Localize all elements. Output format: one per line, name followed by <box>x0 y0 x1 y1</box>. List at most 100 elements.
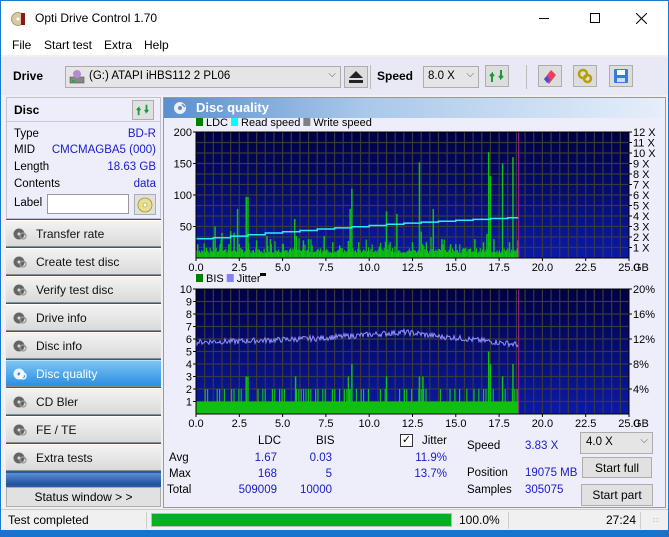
refresh-icon <box>489 70 504 82</box>
stats-max-label: Max <box>169 468 191 480</box>
disc-mid-value: CMCMAGBA5 (000) <box>51 144 156 156</box>
disc-contents-key: Contents <box>14 178 61 190</box>
speed-select[interactable]: 8.0 X ⌵ <box>423 66 479 88</box>
chart2-x-tick-label: 10.0 <box>358 418 379 430</box>
refresh-disc-button[interactable] <box>132 100 154 120</box>
nav-item-disc-info[interactable]: Disc info <box>6 332 161 359</box>
maximize-icon <box>590 13 600 23</box>
chart2-y-tick-label: 1 <box>186 397 192 409</box>
nav-item-create-test-disc[interactable]: Create test disc <box>6 248 161 275</box>
disc-quality-panel: Disc quality LDC Read speed Write speed 0.0… <box>163 97 666 508</box>
disc-gear-icon <box>13 312 27 324</box>
disc-gear-icon <box>13 424 27 436</box>
disc-gear-icon <box>13 256 27 268</box>
erase-icon <box>544 70 556 84</box>
chart2-y-tick-label: 5 <box>186 347 192 359</box>
eject-icon <box>349 71 363 83</box>
settings-icon <box>577 68 593 84</box>
nav-item-cd-bler[interactable]: CD Bler <box>6 388 161 415</box>
disc-mid-row: MID CMCMAGBA5 (000) <box>14 144 156 160</box>
nav-item-drive-info[interactable]: Drive info <box>6 304 161 331</box>
chart1-y2-tick-label: 1 X <box>633 243 650 255</box>
minimize-icon <box>539 17 549 19</box>
nav-item-label: Drive info <box>36 311 87 325</box>
chart2-x-tick-label: 22.5 <box>575 418 596 430</box>
chart1-x-tick-label: 10.0 <box>358 262 379 274</box>
nav-item-disc-quality[interactable]: Disc quality <box>6 360 161 387</box>
stats-avg-ldc: 1.67 <box>254 452 277 464</box>
disc-gear-icon <box>13 396 27 408</box>
chart1-y2-tick-label: 7 X <box>633 180 650 192</box>
chart2-x-tick-label: 12.5 <box>402 418 423 430</box>
chart2-x-tick-label: 5.0 <box>275 418 290 430</box>
app-icon <box>11 12 25 26</box>
disc-info-panel: Disc Type BD-R MID CMCMAGBA5 (000) Lengt… <box>6 97 161 219</box>
disc-label-input[interactable] <box>47 194 129 214</box>
menu-extra[interactable]: Extra <box>104 38 132 52</box>
position-label: Position <box>467 467 508 479</box>
maximize-button[interactable] <box>572 1 618 35</box>
disc-label-button[interactable] <box>134 194 156 215</box>
status-divider <box>146 512 147 529</box>
stats-total-bis: 10000 <box>300 484 332 496</box>
chart2-y-tick-label: 4 <box>186 359 192 371</box>
chart1-y-tick-label: 100 <box>174 190 192 202</box>
drive-select[interactable]: (G:) ATAPI iHBS112 2 PL06 ⌵ <box>65 66 341 88</box>
position-value: 19075 MB <box>525 467 578 479</box>
chart2-legend-swatch-bis <box>196 274 203 282</box>
test-speed-select[interactable]: 4.0 X ⌵ <box>580 432 653 454</box>
chevron-down-icon: ⌵ <box>328 69 336 80</box>
status-text: Test completed <box>8 513 89 527</box>
status-window-button[interactable]: Status window > > <box>6 487 161 507</box>
chart1-legend-swatch-ldc <box>196 118 203 126</box>
save-icon <box>614 69 628 83</box>
minimize-button[interactable] <box>521 1 567 35</box>
stats-max-ldc: 168 <box>257 468 277 480</box>
chart1-legend-label-ldc: LDC <box>206 117 228 129</box>
start-full-button[interactable]: Start full <box>582 457 652 478</box>
chart1-x-tick-label: 15.0 <box>445 262 466 274</box>
chart2-y2-tick-label: 4% <box>633 384 649 396</box>
settings-button[interactable] <box>573 65 597 87</box>
chart1-legend-swatch-read-speed <box>231 118 239 126</box>
stats-total-label: Total <box>167 484 192 496</box>
menu-start-test[interactable]: Start test <box>44 38 92 52</box>
chart2-y-tick-label: 10 <box>180 284 192 296</box>
chart2-x-axis-unit: GB <box>633 418 649 430</box>
toolbar: Drive (G:) ATAPI iHBS112 2 PL06 ⌵ Speed … <box>1 57 668 95</box>
nav-item-extra-tests[interactable]: Extra tests <box>6 444 161 471</box>
erase-button[interactable] <box>538 65 562 87</box>
start-part-button[interactable]: Start part <box>581 484 653 506</box>
nav-item-fe-te[interactable]: FE / TE <box>6 416 161 443</box>
chart2-y2-tick-label: 16% <box>633 309 655 321</box>
toolbar-separator <box>526 65 527 89</box>
chart1-y-tick-label: 200 <box>174 127 192 139</box>
left-panel: Disc Type BD-R MID CMCMAGBA5 (000) Lengt… <box>6 97 161 507</box>
chart2-y-tick-label: 9 <box>186 297 192 309</box>
chart1-y-tick-label: 150 <box>174 159 192 171</box>
speed-label: Speed <box>377 69 414 83</box>
close-button[interactable] <box>618 1 664 35</box>
nav-item-verify-test-disc[interactable]: Verify test disc <box>6 276 161 303</box>
progress-text: 100.0% <box>459 513 500 527</box>
chart2-y2-tick-label: 8% <box>633 359 649 371</box>
resize-grip-icon[interactable]: ∷ <box>653 516 658 525</box>
menu-file[interactable]: File <box>12 38 31 52</box>
chart2-x-tick-label: 7.5 <box>318 418 333 430</box>
eject-button[interactable] <box>344 66 368 88</box>
chart1-y2-tick-label: 8 X <box>633 169 650 181</box>
chart1-y2-tick-label: 3 X <box>633 222 650 234</box>
refresh-drive-button[interactable] <box>485 65 509 87</box>
jitter-checkbox[interactable]: ✓ <box>400 434 413 447</box>
nav-item-transfer-rate[interactable]: Transfer rate <box>6 220 161 247</box>
cd-icon <box>137 197 153 212</box>
samples-value: 305075 <box>525 484 564 496</box>
disc-length-key: Length <box>14 161 50 173</box>
chart1-y-tick-label: 50 <box>180 222 192 234</box>
disc-gear-icon <box>13 340 27 352</box>
save-button[interactable] <box>609 65 633 87</box>
nav-item-label: CD Bler <box>36 395 79 409</box>
chart2-legend-swatch-jitter <box>226 274 234 282</box>
menu-help[interactable]: Help <box>144 38 169 52</box>
chart1-x-tick-label: 20.0 <box>532 262 553 274</box>
